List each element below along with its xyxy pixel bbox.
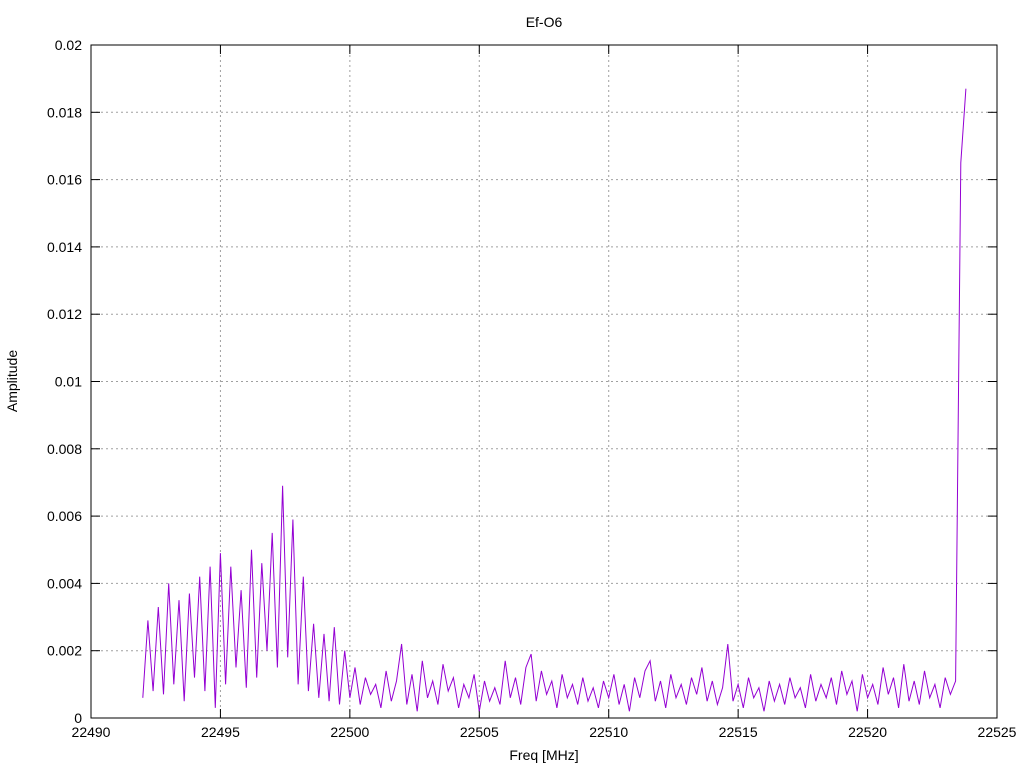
chart-title: Ef-O6: [526, 14, 563, 30]
series-line: [142, 88, 967, 712]
x-tick-label: 22525: [978, 724, 1017, 740]
y-tick-label: 0: [74, 710, 82, 726]
y-tick-label: 0.01: [55, 374, 82, 390]
y-tick-label: 0.002: [47, 643, 82, 659]
grid: [91, 45, 997, 718]
y-tick-label: 0.016: [47, 172, 82, 188]
x-tick-label: 22490: [72, 724, 111, 740]
series: [142, 88, 967, 712]
y-tick-label: 0.018: [47, 104, 82, 120]
ticks: 22490 22495 22500 22505 22510 22515 22520 22525…: [47, 37, 1017, 740]
y-axis-label: Amplitude: [4, 350, 20, 412]
x-tick-label: 22505: [460, 724, 499, 740]
x-tick-label: 22495: [201, 724, 240, 740]
x-tick-label: 22500: [330, 724, 369, 740]
y-tick-label: 0.004: [47, 575, 82, 591]
x-tick-label: 22515: [719, 724, 758, 740]
x-tick-label: 22520: [848, 724, 887, 740]
y-tick-label: 0.012: [47, 306, 82, 322]
x-tick-label: 22510: [589, 724, 628, 740]
y-tick-label: 0.02: [55, 37, 82, 53]
y-tick-label: 0.008: [47, 441, 82, 457]
y-tick-label: 0.006: [47, 508, 82, 524]
chart: 22490 22495 22500 22505 22510 22515 22520 22525…: [4, 14, 1017, 763]
x-axis-label: Freq [MHz]: [509, 747, 578, 763]
y-tick-label: 0.014: [47, 239, 82, 255]
